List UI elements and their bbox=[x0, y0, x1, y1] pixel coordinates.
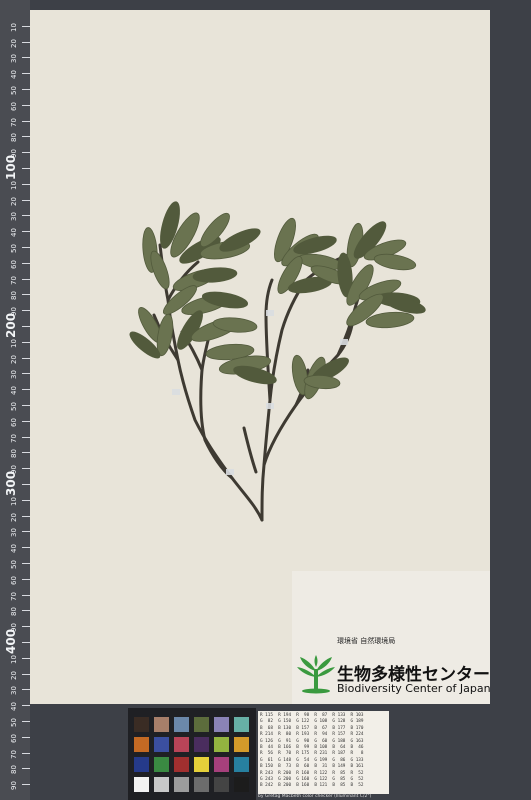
color-swatch bbox=[234, 777, 249, 792]
mounting-tape bbox=[266, 310, 274, 316]
leaf bbox=[373, 253, 417, 271]
color-swatch bbox=[174, 737, 189, 752]
mounting-tape bbox=[340, 339, 348, 345]
herbarium-scan: 10 20 30 40 50 60 70 80 90 100 10 20 30 40 50 60 70 80 90 2… bbox=[0, 0, 531, 800]
color-swatch bbox=[154, 737, 169, 752]
color-swatch bbox=[214, 777, 229, 792]
color-swatch bbox=[194, 757, 209, 772]
color-swatch bbox=[154, 717, 169, 732]
color-swatch bbox=[134, 777, 149, 792]
color-swatch bbox=[154, 777, 169, 792]
color-swatch bbox=[234, 737, 249, 752]
color-swatch bbox=[134, 757, 149, 772]
color-swatch bbox=[134, 717, 149, 732]
mounting-tape bbox=[226, 469, 234, 475]
color-swatch bbox=[214, 757, 229, 772]
color-swatch bbox=[134, 737, 149, 752]
color-swatch bbox=[234, 757, 249, 772]
stem-branch bbox=[242, 426, 258, 474]
color-swatch bbox=[194, 717, 209, 732]
color-swatch bbox=[194, 777, 209, 792]
color-checker-caption: by Gretag Macbeth color checker (Illumin… bbox=[258, 794, 372, 799]
color-swatch bbox=[214, 717, 229, 732]
color-value-table: R 115 R 194 R 98 R 87 R 133 R 103 G 82 G… bbox=[258, 711, 389, 794]
leaf bbox=[192, 267, 238, 283]
mounting-tape bbox=[172, 389, 180, 395]
color-swatch bbox=[174, 777, 189, 792]
specimen-leaves bbox=[129, 201, 426, 400]
color-swatch bbox=[154, 757, 169, 772]
color-swatch bbox=[174, 717, 189, 732]
color-swatch bbox=[174, 757, 189, 772]
biodiversity-logo-icon bbox=[297, 655, 335, 694]
color-swatch bbox=[214, 737, 229, 752]
ministry-label: 環境省 自然環境局 bbox=[337, 637, 396, 645]
color-swatch bbox=[194, 737, 209, 752]
color-swatch bbox=[234, 717, 249, 732]
center-name-en: Biodiversity Center of Japan bbox=[337, 682, 491, 695]
color-checker-chart bbox=[128, 708, 256, 800]
mounting-tape bbox=[266, 403, 274, 409]
